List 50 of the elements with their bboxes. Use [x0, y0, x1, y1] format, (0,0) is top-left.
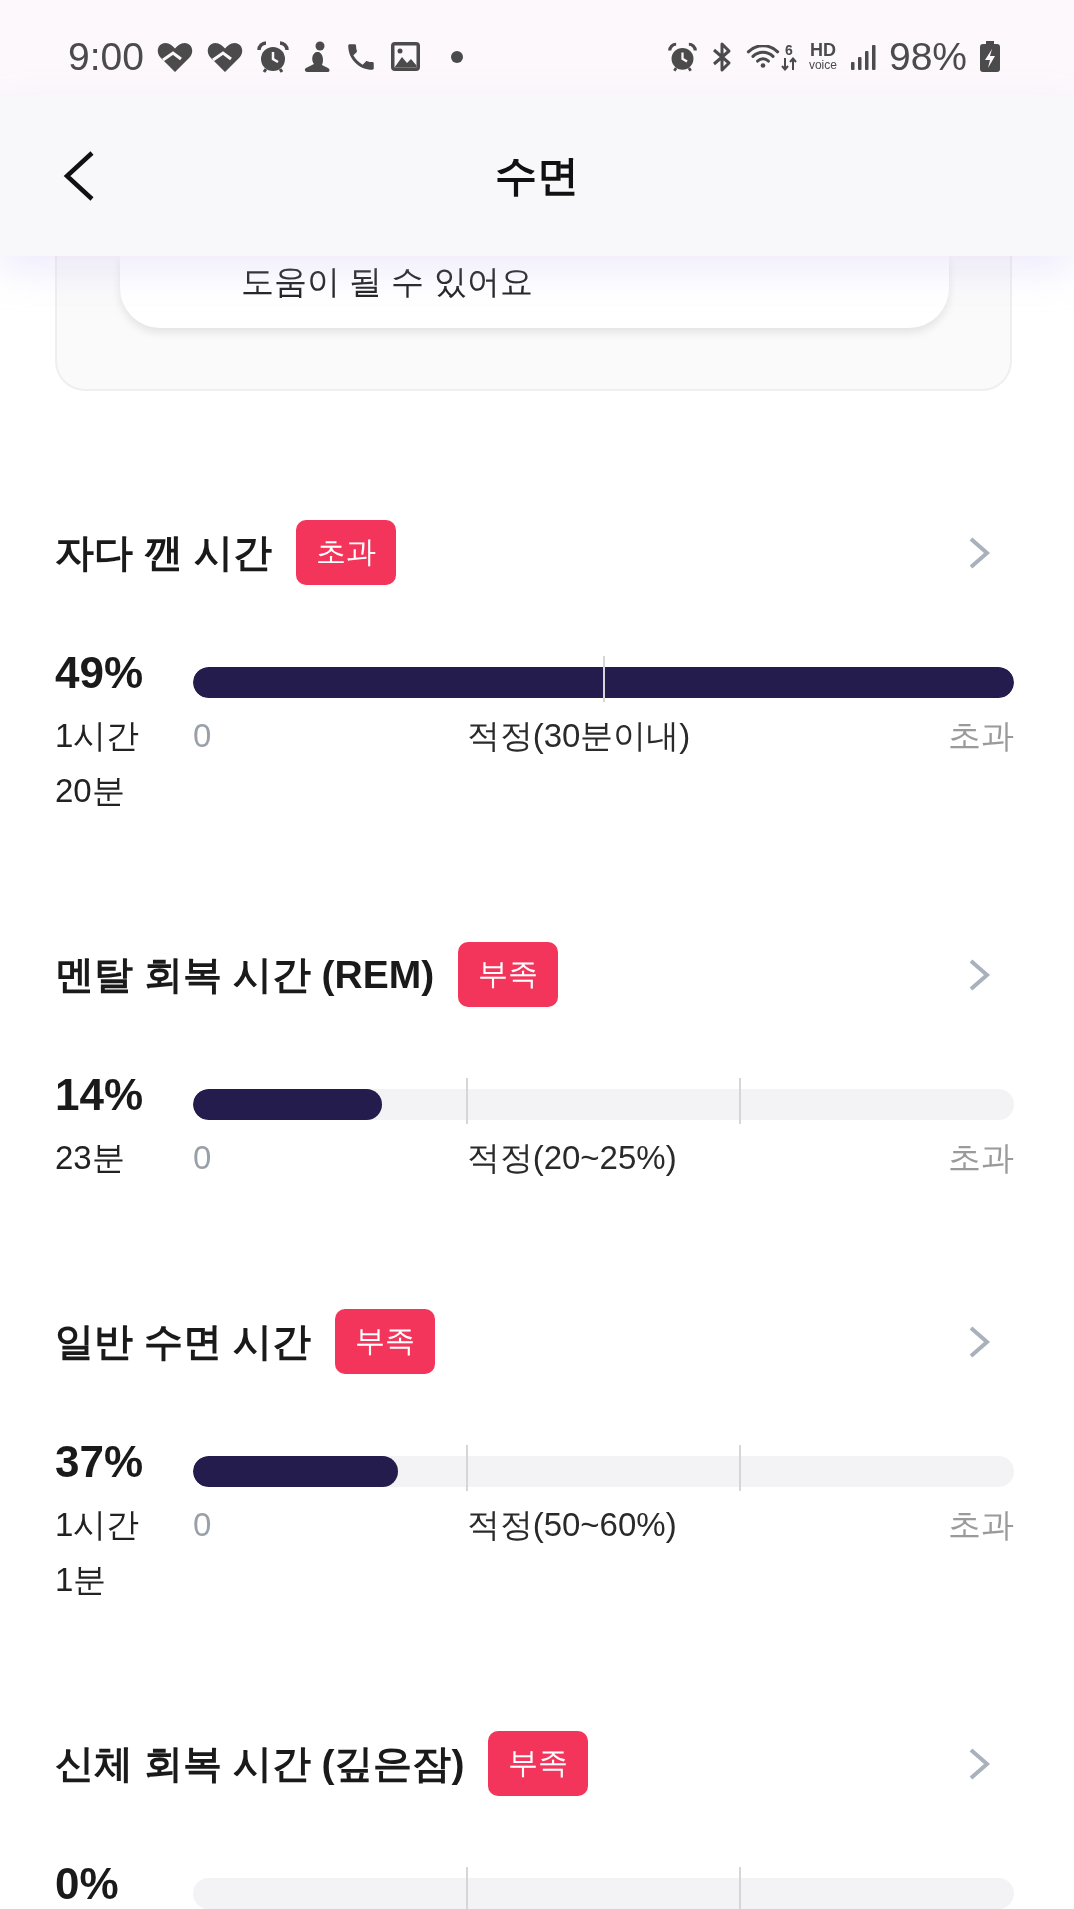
dot-icon: [450, 50, 463, 63]
metric-title: 일반 수면 시간: [55, 1318, 311, 1365]
network-label: voice: [808, 58, 837, 72]
network-label: HD: [809, 41, 836, 59]
status-badge: 부족: [488, 1731, 589, 1796]
alarm-clock-icon: [666, 40, 698, 73]
scale-min-label: 0: [193, 1138, 212, 1178]
tip-text: 도움이 될 수 있어요: [241, 262, 534, 302]
duration-text: 1시간 20분: [55, 716, 141, 811]
threshold-tick: [739, 1445, 742, 1491]
back-button[interactable]: [62, 149, 96, 202]
heart-icon: [205, 40, 244, 73]
threshold-tick: [465, 1078, 468, 1124]
metric-title: 자다 깬 시간: [55, 529, 272, 576]
status-badge: 부족: [458, 942, 559, 1007]
scale-max-label: 초과: [948, 716, 1014, 756]
scale-max-label: 초과: [948, 1505, 1014, 1545]
alarm-clock-icon: [255, 39, 290, 74]
duration-text: 1시간 1분: [55, 1505, 141, 1600]
chevron-left-icon: [62, 149, 96, 202]
wifi-generation-text: 6: [785, 42, 793, 57]
scale-min-label: 0: [193, 1505, 212, 1545]
duration-text: 23분: [55, 1138, 126, 1178]
battery-percent: 98%: [888, 34, 967, 79]
wifi-icon: [745, 44, 780, 69]
status-badge: 초과: [295, 520, 396, 585]
scale-max-label: 초과: [948, 1138, 1014, 1178]
threshold-tick: [465, 1445, 468, 1491]
battery-charging-icon: [979, 40, 1001, 73]
threshold-tick: [739, 1078, 742, 1124]
scale-target-label: 적정(50~60%): [466, 1505, 677, 1545]
threshold-tick: [602, 656, 605, 702]
threshold-tick: [739, 1867, 742, 1909]
percent-value: 0%: [55, 1859, 120, 1909]
metric-title: 멘탈 회복 시간 (REM): [55, 951, 435, 998]
percent-value: 14%: [55, 1070, 145, 1120]
percent-value: 49%: [55, 648, 145, 698]
metric-title: 신체 회복 시간 (깊은잠): [55, 1740, 465, 1787]
image-icon: [389, 41, 421, 72]
page-title: 수면: [495, 150, 579, 201]
data-arrows-icon: [780, 56, 797, 71]
status-badge: 부족: [334, 1309, 435, 1374]
status-time: 9:00: [68, 34, 144, 79]
threshold-tick: [465, 1867, 468, 1909]
heart-icon: [155, 40, 194, 73]
scale-target-label: 적정(30분이내): [466, 716, 691, 756]
scale-min-label: 0: [193, 716, 212, 756]
scale-target-label: 적정(20~25%): [466, 1138, 677, 1178]
signal-icon: [848, 42, 877, 71]
percent-value: 37%: [55, 1437, 145, 1487]
